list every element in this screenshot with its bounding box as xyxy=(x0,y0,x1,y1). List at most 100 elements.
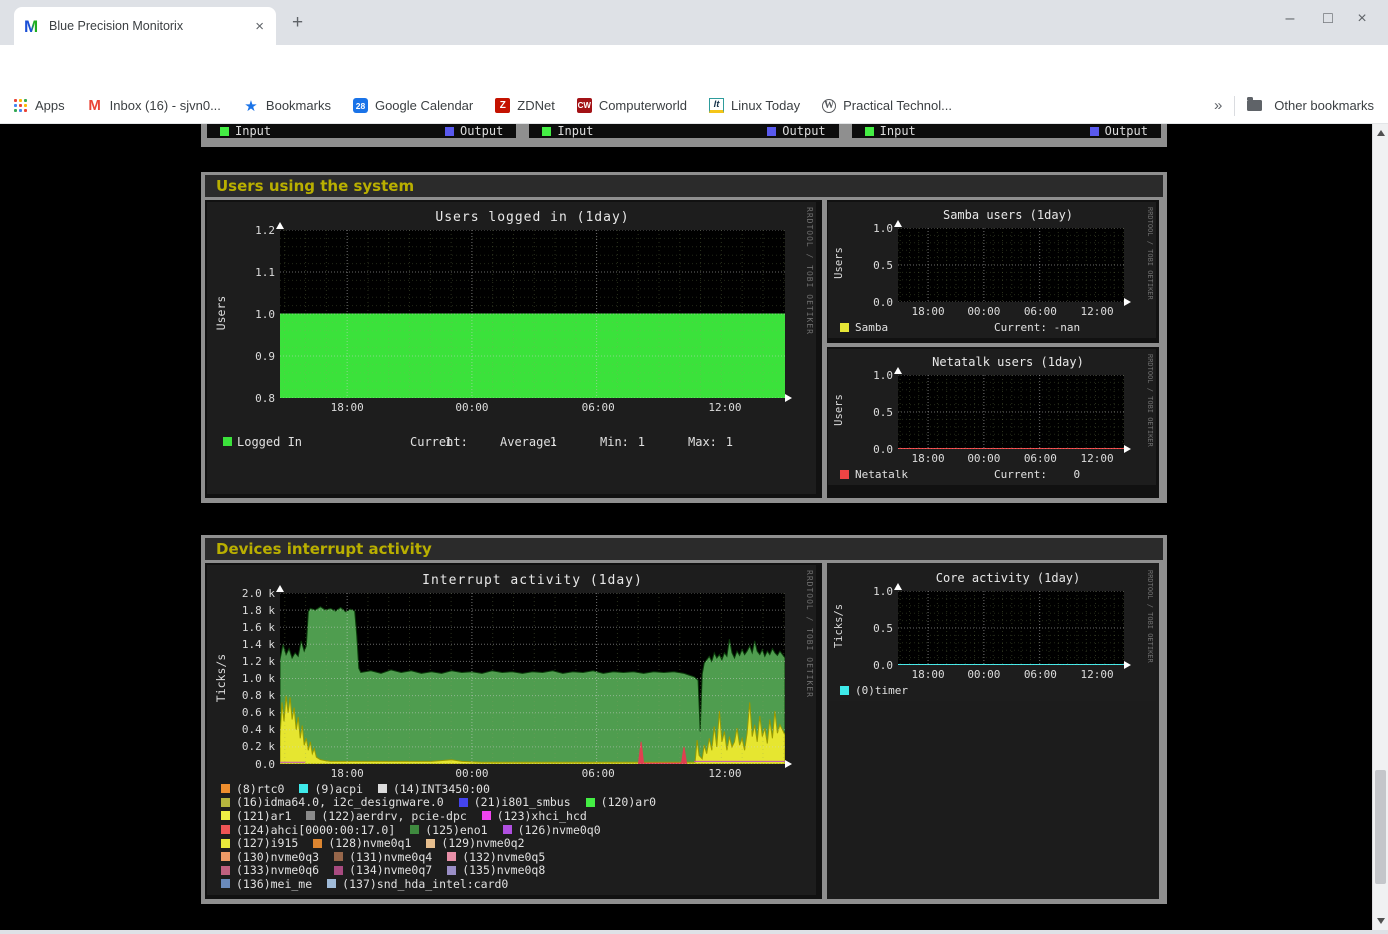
bookmark-item[interactable]: ★ Bookmarks xyxy=(243,98,331,114)
legend-swatch xyxy=(378,784,387,793)
x-tick-label: 12:00 xyxy=(1081,305,1114,318)
bookmark-item[interactable]: CWComputerworld xyxy=(577,98,687,113)
other-bookmarks-label[interactable]: Other bookmarks xyxy=(1274,98,1374,113)
bookmark-item[interactable]: WPractical Technol... xyxy=(822,98,952,113)
interrupt-legend-item: (136)mei_me xyxy=(221,877,312,891)
x-axis-arrow xyxy=(1124,298,1131,306)
y-tick-label: 1.0 k xyxy=(219,672,275,685)
y-tick-label: 2.0 k xyxy=(219,587,275,600)
tab-close-icon[interactable]: × xyxy=(251,18,268,35)
bookmark-label: Google Calendar xyxy=(375,98,473,113)
y-tick-label: 1.6 k xyxy=(219,621,275,634)
interrupts-section-header: Devices interrupt activity xyxy=(205,538,1163,560)
plot-area xyxy=(898,375,1124,449)
bookmark-item[interactable]: 28Google Calendar xyxy=(353,98,473,113)
samba-users-graph[interactable]: Samba users (1day) Users RRDTOOL / TOBI … xyxy=(828,202,1156,338)
bookmarks-overflow-chevron[interactable]: » xyxy=(1214,97,1222,114)
y-tick-label: 0.5 xyxy=(837,259,893,272)
x-tick-label: 06:00 xyxy=(582,767,615,780)
y-tick-label: 0.0 xyxy=(837,296,893,309)
y-axis-arrow xyxy=(276,222,284,229)
graph-title: Samba users (1day) xyxy=(888,208,1128,222)
graph-legend: Netatalk Current: 0 xyxy=(828,468,1156,482)
x-tick-label: 00:00 xyxy=(455,767,488,780)
network-graph-panel[interactable]: Input Output xyxy=(207,124,516,138)
y-tick-label: 0.9 xyxy=(219,350,275,363)
tab-title: Blue Precision Monitorix xyxy=(49,19,251,33)
core-activity-graph[interactable]: Core activity (1day) Ticks/s RRDTOOL / T… xyxy=(828,565,1156,701)
legend-swatch xyxy=(459,798,468,807)
y-tick-label: 1.8 k xyxy=(219,604,275,617)
interrupt-activity-cell: Interrupt activity (1day) Ticks/s RRDTOO… xyxy=(205,563,822,899)
bookmark-item[interactable]: ZZDNet xyxy=(495,98,555,113)
star-favicon: ★ xyxy=(243,98,259,114)
bookmarks-right: » Other bookmarks xyxy=(1214,88,1374,123)
window-minimize-button[interactable]: – xyxy=(1278,10,1302,28)
interrupt-legend-item: (126)nvme0q0 xyxy=(503,823,601,837)
gmail-favicon: M xyxy=(87,98,103,114)
plot-area xyxy=(898,591,1124,665)
network-graph-panel[interactable]: Input Output xyxy=(529,124,838,138)
interrupt-legend-item: (127)i915 xyxy=(221,836,298,850)
x-tick-label: 12:00 xyxy=(708,767,741,780)
x-tick-label: 12:00 xyxy=(1081,668,1114,681)
interrupt-legend-item: (123)xhci_hcd xyxy=(482,809,587,823)
bookmark-label: Bookmarks xyxy=(266,98,331,113)
bookmark-item[interactable]: ltLinux Today xyxy=(709,98,800,113)
plot-area xyxy=(280,230,785,398)
rrdtool-credit: RRDTOOL / TOBI OETIKER xyxy=(1146,207,1154,300)
x-axis-arrow xyxy=(785,760,792,768)
legend-swatch xyxy=(221,811,230,820)
x-tick-label: 18:00 xyxy=(911,668,944,681)
interrupt-legend-item: (122)aerdrv, pcie-dpc xyxy=(306,809,466,823)
y-tick-label: 0.0 xyxy=(837,659,893,672)
x-tick-label: 06:00 xyxy=(1024,452,1057,465)
interrupt-legend-item: (132)nvme0q5 xyxy=(447,850,545,864)
bookmark-item[interactable]: MInbox (16) - sjvn0... xyxy=(87,98,221,114)
rrdtool-credit: RRDTOOL / TOBI OETIKER xyxy=(805,570,814,698)
scroll-down-arrow[interactable] xyxy=(1377,918,1385,924)
interrupt-legend-item: (9)acpi xyxy=(299,782,362,796)
legend-swatch xyxy=(447,866,456,875)
legend-swatch xyxy=(221,839,230,848)
network-graph-panel[interactable]: Input Output xyxy=(852,124,1161,138)
x-tick-label: 06:00 xyxy=(1024,668,1057,681)
legend-swatch xyxy=(221,784,230,793)
interrupt-legend-item: (128)nvme0q1 xyxy=(313,836,411,850)
timer-swatch xyxy=(840,686,849,695)
users-logged-in-graph[interactable]: Users logged in (1day) Users RRDTOOL / T… xyxy=(207,202,816,494)
users-section: Users using the system Users logged in (… xyxy=(201,172,1167,503)
netatalk-users-graph[interactable]: Netatalk users (1day) Users RRDTOOL / TO… xyxy=(828,349,1156,485)
interrupt-activity-graph[interactable]: Interrupt activity (1day) Ticks/s RRDTOO… xyxy=(207,565,816,895)
legend-swatch xyxy=(313,839,322,848)
y-axis-arrow xyxy=(894,583,902,590)
vertical-scrollbar[interactable] xyxy=(1372,124,1388,930)
y-tick-label: 0.5 xyxy=(837,406,893,419)
cw-favicon: CW xyxy=(577,98,592,113)
y-tick-label: 0.8 k xyxy=(219,689,275,702)
apps-shortcut[interactable]: Apps xyxy=(14,98,65,113)
scroll-up-arrow[interactable] xyxy=(1377,130,1385,136)
users-section-header: Users using the system xyxy=(205,175,1163,197)
graph-title: Core activity (1day) xyxy=(888,571,1128,585)
scrollbar-thumb[interactable] xyxy=(1375,770,1386,884)
new-tab-button[interactable]: + xyxy=(292,12,303,34)
x-axis-arrow xyxy=(1124,661,1131,669)
bookmark-items: MInbox (16) - sjvn0... ★ Bookmarks 28Google… xyxy=(87,98,974,114)
x-tick-label: 12:00 xyxy=(708,401,741,414)
window-maximize-button[interactable]: □ xyxy=(1316,10,1340,28)
core-activity-cell: Core activity (1day) Ticks/s RRDTOOL / T… xyxy=(827,563,1159,899)
interrupt-legend-item: (135)nvme0q8 xyxy=(447,863,545,877)
apps-label: Apps xyxy=(35,98,65,113)
browser-tab[interactable]: M Blue Precision Monitorix × xyxy=(14,7,276,45)
window-close-button[interactable]: × xyxy=(1350,10,1374,28)
legend-swatch xyxy=(334,866,343,875)
interrupt-legend-item: (121)ar1 xyxy=(221,809,291,823)
x-tick-label: 06:00 xyxy=(1024,305,1057,318)
y-tick-label: 0.0 xyxy=(837,443,893,456)
legend-swatch xyxy=(221,866,230,875)
wp-favicon: W xyxy=(822,99,836,113)
interrupts-section-title: Devices interrupt activity xyxy=(216,540,432,558)
rrdtool-credit: RRDTOOL / TOBI OETIKER xyxy=(805,207,814,335)
x-tick-label: 18:00 xyxy=(911,452,944,465)
